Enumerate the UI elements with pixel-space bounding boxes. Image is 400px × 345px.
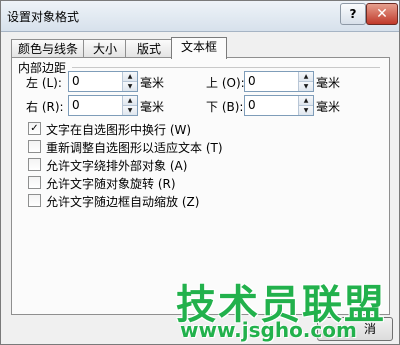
bottom-margin-unit: 毫米 [316, 100, 341, 114]
spin-up-icon[interactable]: ▲ [122, 96, 137, 105]
spin-down-icon[interactable]: ▼ [298, 105, 313, 115]
close-button[interactable]: ✕ [366, 3, 398, 25]
spin-up-icon[interactable]: ▲ [298, 96, 313, 105]
tab-textbox[interactable]: 文本框 [171, 37, 227, 59]
left-margin-label: 左 (L): [26, 76, 62, 90]
left-margin-value[interactable]: 0 [72, 74, 80, 88]
rotate-text-checkbox[interactable] [28, 176, 41, 189]
tab-layout[interactable]: 版式 [125, 39, 173, 58]
spin-up-icon[interactable]: ▲ [122, 72, 137, 81]
rotate-text-label[interactable]: 允许文字随对象旋转 (R) [46, 175, 176, 192]
group-divider [72, 67, 380, 68]
top-margin-unit: 毫米 [316, 76, 341, 90]
top-margin-label: 上 (O): [206, 76, 245, 90]
checkmark-icon: ✓ [30, 123, 39, 134]
left-margin-unit: 毫米 [140, 76, 165, 90]
wrap-outside-checkbox[interactable] [28, 158, 41, 171]
autoscale-text-label[interactable]: 允许文字随边框自动缩放 (Z) [46, 193, 199, 210]
top-margin-value[interactable]: 0 [248, 74, 256, 88]
resize-shape-checkbox[interactable] [28, 140, 41, 153]
dialog-title: 设置对象格式 [7, 10, 80, 24]
spin-down-icon[interactable]: ▼ [122, 81, 137, 91]
top-margin-spinner[interactable]: 0 ▲ ▼ [244, 71, 314, 92]
resize-shape-label[interactable]: 重新调整自选图形以适应文本 (T) [46, 139, 223, 156]
right-margin-value[interactable]: 0 [72, 98, 80, 112]
bottom-margin-label: 下 (B): [206, 100, 244, 114]
right-margin-label: 右 (R): [26, 100, 64, 114]
watermark-url: www.jsgho.com [180, 318, 357, 342]
bottom-margin-spinner[interactable]: 0 ▲ ▼ [244, 95, 314, 116]
right-margin-unit: 毫米 [140, 100, 165, 114]
spin-up-icon[interactable]: ▲ [298, 72, 313, 81]
title-bar[interactable]: 设置对象格式 ? ✕ [1, 1, 399, 32]
tab-size[interactable]: 大小 [83, 39, 127, 58]
spin-down-icon[interactable]: ▼ [298, 81, 313, 91]
bottom-margin-value[interactable]: 0 [248, 98, 256, 112]
wrap-outside-label[interactable]: 允许文字绕排外部对象 (A) [46, 157, 187, 174]
left-margin-spinner[interactable]: 0 ▲ ▼ [68, 71, 138, 92]
wrap-text-checkbox[interactable]: ✓ [28, 122, 41, 135]
autoscale-text-checkbox[interactable] [28, 194, 41, 207]
right-margin-spinner[interactable]: 0 ▲ ▼ [68, 95, 138, 116]
help-button[interactable]: ? [340, 3, 366, 25]
wrap-text-label[interactable]: 文字在自选图形中换行 (W) [46, 121, 191, 138]
tab-colors-lines[interactable]: 颜色与线条 [11, 39, 85, 58]
spin-down-icon[interactable]: ▼ [122, 105, 137, 115]
